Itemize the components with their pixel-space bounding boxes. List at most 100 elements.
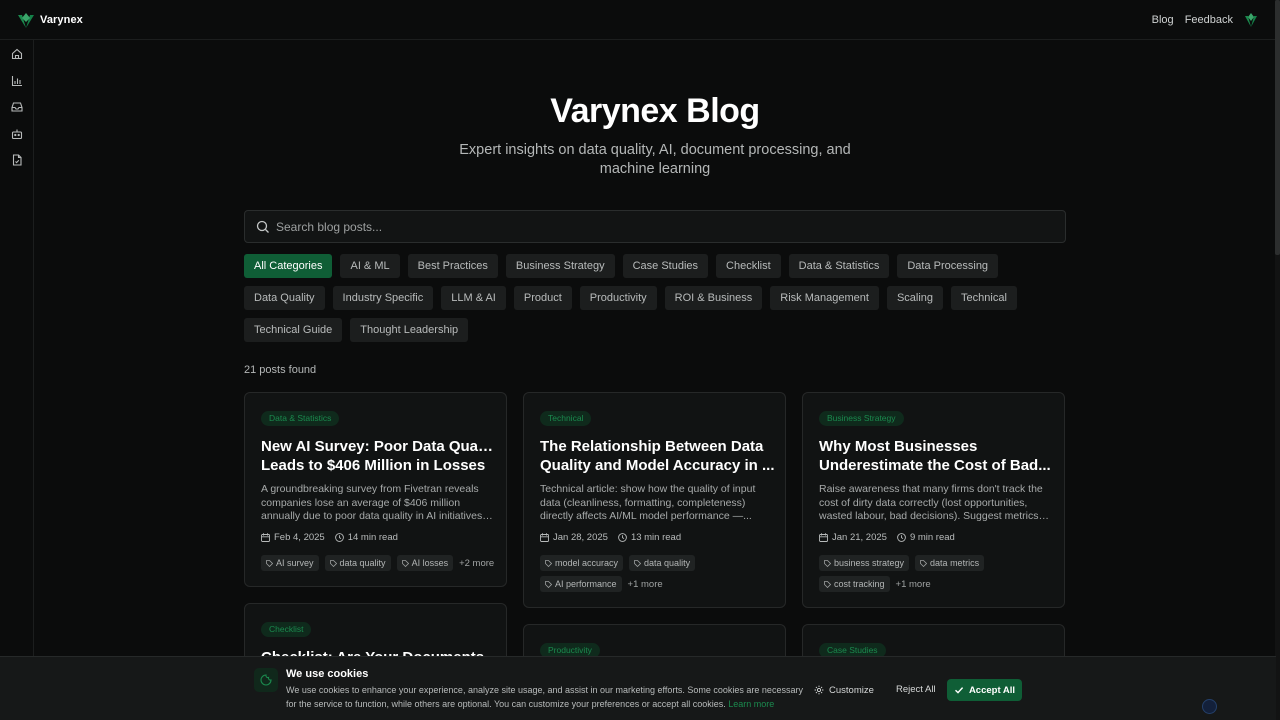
tag-icon bbox=[920, 559, 928, 567]
category-chip-technical[interactable]: Technical bbox=[951, 286, 1017, 310]
calendar-icon bbox=[261, 533, 270, 542]
clock-icon bbox=[334, 533, 344, 542]
category-chip-technical-guide[interactable]: Technical Guide bbox=[244, 318, 343, 342]
customize-button[interactable]: Customize bbox=[808, 679, 880, 701]
search-icon bbox=[256, 220, 269, 233]
check-icon bbox=[954, 687, 964, 694]
category-chip-risk-management[interactable]: Risk Management bbox=[770, 286, 879, 310]
cookie-icon bbox=[260, 674, 272, 686]
category-chip-product[interactable]: Product bbox=[513, 286, 572, 310]
tag-icon bbox=[545, 580, 552, 588]
category-chip-case-studies[interactable]: Case Studies bbox=[622, 254, 709, 278]
bar-chart-icon[interactable] bbox=[11, 75, 23, 87]
post-category-badge: Checklist bbox=[261, 622, 312, 637]
category-chip-data-statistics[interactable]: Data & Statistics bbox=[788, 254, 890, 278]
tag-icon bbox=[266, 559, 273, 567]
brand[interactable]: Varynex bbox=[16, 10, 83, 30]
logo-icon bbox=[18, 13, 34, 28]
post-tags: model accuracy data quality AI performan… bbox=[540, 555, 776, 592]
post-title[interactable]: Why Most Businesses Underestimate the Co… bbox=[819, 437, 1055, 475]
tag-icon bbox=[329, 559, 337, 567]
post-meta: Jan 28, 2025 13 min read bbox=[540, 532, 681, 543]
post-tag[interactable]: cost tracking bbox=[819, 576, 890, 592]
tag-icon bbox=[634, 559, 642, 567]
post-tag[interactable]: business strategy bbox=[819, 555, 910, 571]
post-tag[interactable]: data quality bbox=[629, 555, 696, 571]
post-excerpt: Raise awareness that many firms don't tr… bbox=[819, 483, 1051, 522]
cookie-banner: We use cookies We use cookies to enhance… bbox=[0, 656, 1276, 720]
clock-icon bbox=[897, 533, 906, 542]
page-title: Varynex Blog bbox=[550, 92, 760, 130]
gear-icon bbox=[814, 685, 824, 695]
category-chip-data-quality[interactable]: Data Quality bbox=[244, 286, 325, 310]
top-nav: Blog Feedback bbox=[1152, 12, 1258, 28]
nav-blog-link[interactable]: Blog bbox=[1152, 14, 1174, 26]
tag-icon bbox=[824, 580, 831, 588]
page-subtitle: Expert insights on data quality, AI, doc… bbox=[459, 142, 851, 177]
category-chip-industry-specific[interactable]: Industry Specific bbox=[332, 286, 434, 310]
post-tag[interactable]: AI survey bbox=[261, 555, 319, 571]
sidebar bbox=[0, 40, 34, 720]
top-bar: Varynex Blog Feedback bbox=[0, 0, 1280, 40]
results-count: 21 posts found bbox=[244, 364, 317, 376]
nav-feedback-link[interactable]: Feedback bbox=[1185, 14, 1233, 26]
post-category-badge: Technical bbox=[540, 411, 592, 426]
chat-widget-icon[interactable] bbox=[1202, 699, 1217, 714]
post-meta: Feb 4, 2025 14 min read bbox=[261, 532, 398, 543]
post-read-time: 14 min read bbox=[347, 532, 398, 543]
document-icon[interactable] bbox=[11, 154, 23, 166]
post-date: Feb 4, 2025 bbox=[274, 532, 325, 543]
category-chip-ai-ml[interactable]: AI & ML bbox=[340, 254, 400, 278]
category-chip-checklist[interactable]: Checklist bbox=[716, 254, 781, 278]
category-chip-productivity[interactable]: Productivity bbox=[579, 286, 657, 310]
post-more-tags: +1 more bbox=[895, 578, 931, 590]
category-chip-data-processing[interactable]: Data Processing bbox=[897, 254, 999, 278]
tag-icon bbox=[545, 559, 552, 567]
post-tag[interactable]: data metrics bbox=[915, 555, 985, 571]
search-input[interactable] bbox=[276, 217, 1036, 237]
tag-icon bbox=[824, 559, 831, 567]
post-title[interactable]: New AI Survey: Poor Data Quality Leads t… bbox=[261, 437, 497, 475]
category-chip-llm-ai[interactable]: LLM & AI bbox=[441, 286, 506, 310]
category-chip-best-practices[interactable]: Best Practices bbox=[407, 254, 498, 278]
category-chip-scaling[interactable]: Scaling bbox=[886, 286, 944, 310]
reject-all-button[interactable]: Reject All bbox=[890, 679, 942, 701]
user-avatar-icon[interactable] bbox=[1244, 12, 1258, 28]
clock-icon bbox=[618, 533, 627, 542]
post-more-tags: +1 more bbox=[627, 578, 663, 590]
post-tag[interactable]: data quality bbox=[324, 555, 391, 571]
post-read-time: 13 min read bbox=[630, 532, 682, 543]
post-tags: AI survey data quality AI losses +2 more bbox=[261, 555, 497, 571]
post-tags: business strategy data metrics cost trac… bbox=[819, 555, 1055, 592]
post-tag[interactable]: AI performance bbox=[540, 576, 622, 592]
cookie-title: We use cookies bbox=[286, 668, 369, 680]
accept-all-button[interactable]: Accept All bbox=[947, 679, 1022, 701]
post-date: Jan 28, 2025 bbox=[553, 532, 608, 543]
brand-name: Varynex bbox=[40, 14, 83, 26]
post-category-badge: Data & Statistics bbox=[261, 411, 340, 426]
home-icon[interactable] bbox=[11, 48, 23, 60]
tag-icon bbox=[401, 559, 409, 567]
category-chip-thought-leadership[interactable]: Thought Leadership bbox=[350, 318, 469, 342]
post-category-badge: Business Strategy bbox=[819, 411, 904, 426]
post-excerpt: A groundbreaking survey from Fivetran re… bbox=[261, 483, 493, 522]
post-title[interactable]: The Relationship Between Data Quality an… bbox=[540, 437, 776, 475]
post-card[interactable]: Business Strategy Why Most Businesses Un… bbox=[802, 392, 1065, 608]
search-box bbox=[244, 210, 1066, 243]
learn-more-link[interactable]: Learn more bbox=[728, 699, 774, 709]
category-chip-roi-business[interactable]: ROI & Business bbox=[664, 286, 763, 310]
post-card[interactable]: Technical The Relationship Between Data … bbox=[523, 392, 786, 608]
cookie-icon-box bbox=[254, 668, 278, 692]
post-card[interactable]: Data & Statistics New AI Survey: Poor Da… bbox=[244, 392, 507, 587]
category-chip-business-strategy[interactable]: Business Strategy bbox=[505, 254, 615, 278]
post-meta: Jan 21, 2025 9 min read bbox=[819, 532, 955, 543]
category-filters: All Categories AI & ML Best Practices Bu… bbox=[244, 254, 1074, 342]
category-chip-all-categories[interactable]: All Categories bbox=[244, 254, 333, 278]
post-read-time: 9 min read bbox=[909, 532, 955, 543]
post-tag[interactable]: model accuracy bbox=[540, 555, 624, 571]
calendar-icon bbox=[540, 533, 549, 542]
cookie-text: We use cookies to enhance your experienc… bbox=[286, 685, 803, 709]
post-excerpt: Technical article: show how the quality … bbox=[540, 483, 756, 522]
calendar-icon bbox=[819, 533, 828, 542]
post-tag[interactable]: AI losses bbox=[396, 555, 454, 571]
